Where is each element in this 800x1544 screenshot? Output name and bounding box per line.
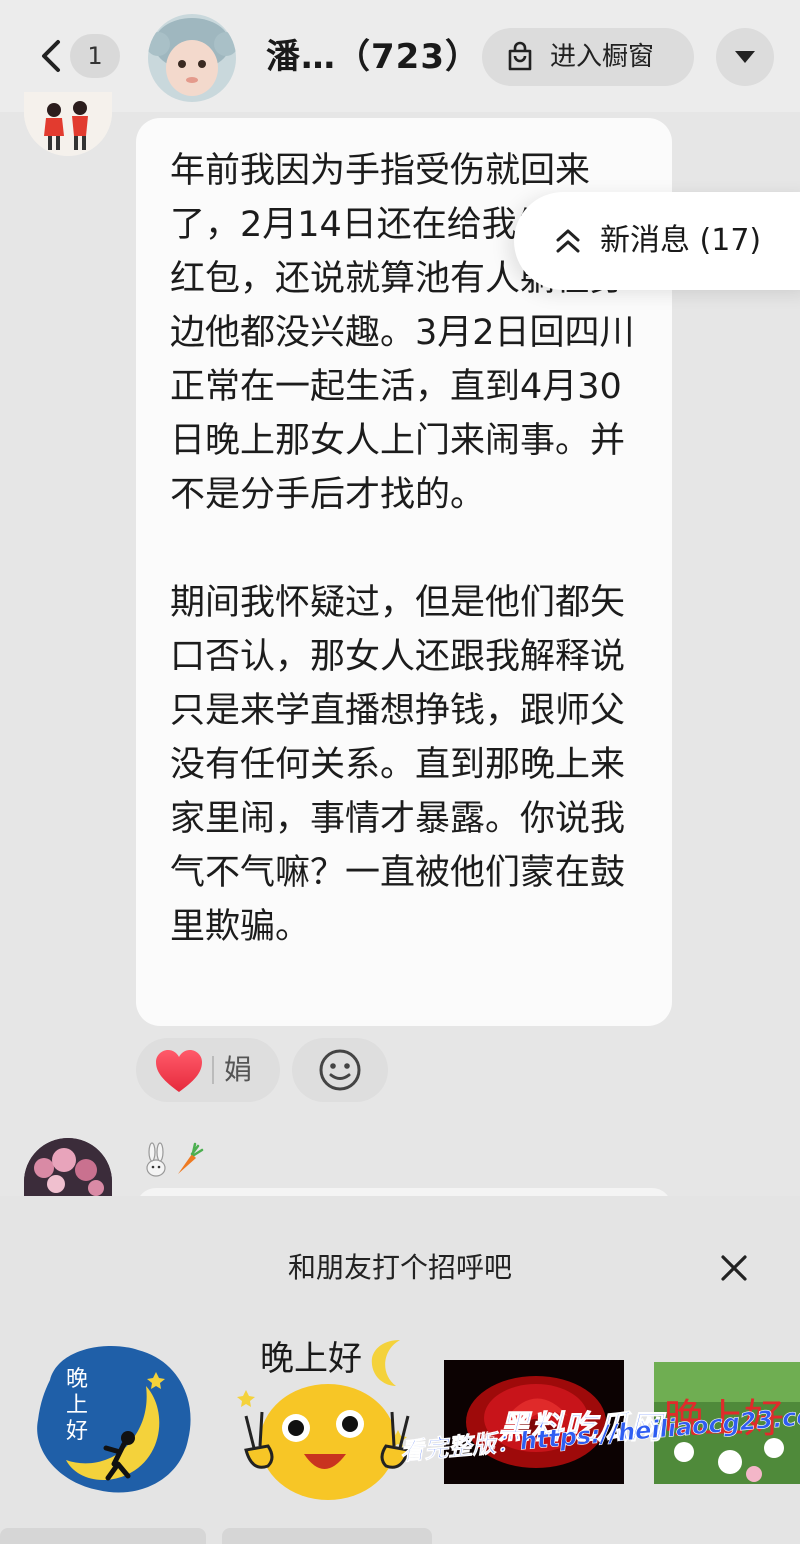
- chat-header: 1 潘…（723） 进入橱窗: [0, 0, 800, 112]
- heart-icon: [156, 1050, 202, 1092]
- sender-avatar[interactable]: [24, 92, 112, 156]
- smiley-sticker-image: 晚上好: [237, 1339, 410, 1500]
- smiley-icon: [319, 1049, 361, 1091]
- tray-tab: [0, 1528, 206, 1544]
- reaction-pill[interactable]: 娟: [136, 1038, 280, 1102]
- add-reaction-button[interactable]: [292, 1038, 388, 1102]
- moon-sticker-text-3: 好: [66, 1419, 88, 1444]
- rabbit-carrot-emoji-icon: [146, 1142, 204, 1177]
- baby-avatar-image: [148, 14, 236, 102]
- unread-count-badge[interactable]: 1: [70, 34, 120, 78]
- couple-avatar-image: [24, 92, 112, 156]
- more-menu-button[interactable]: [716, 28, 774, 86]
- reaction-divider: [212, 1056, 214, 1084]
- new-messages-label: 新消息 (17): [600, 223, 762, 258]
- close-icon: [721, 1255, 747, 1281]
- greeting-panel: 和朋友打个招呼吧 晚 上 好 晚上好 晚 晚上好: [0, 1196, 800, 1544]
- moon-sticker[interactable]: 晚 上 好: [28, 1340, 196, 1496]
- tray-tab: [222, 1528, 432, 1544]
- shopping-bag-icon: [508, 41, 532, 71]
- moon-sticker-image: 晚 上 好: [37, 1345, 191, 1493]
- moon-sticker-text-1: 晚: [66, 1367, 88, 1392]
- smiley-sticker-text: 晚上好: [260, 1339, 362, 1379]
- close-button[interactable]: [712, 1246, 756, 1290]
- chat-avatar[interactable]: [148, 14, 236, 102]
- message-paragraph: 期间我怀疑过，但是他们都矢口否认，那女人还跟我解释说只是来学直播想挣钱，跟师父没…: [170, 583, 626, 947]
- reaction-user: 娟: [224, 1053, 253, 1086]
- smiley-sticker[interactable]: 晚上好: [232, 1330, 422, 1508]
- sender-name: [140, 1140, 208, 1187]
- enter-shop-button[interactable]: 进入橱窗: [482, 28, 694, 86]
- enter-shop-label: 进入橱窗: [550, 42, 655, 72]
- double-chevron-up-icon: [556, 229, 580, 253]
- new-messages-button[interactable]: 新消息 (17): [514, 192, 800, 290]
- sender-avatar[interactable]: [24, 1138, 112, 1198]
- caret-down-icon: [735, 51, 755, 63]
- flowers-avatar-image: [24, 1138, 112, 1198]
- chat-title[interactable]: 潘…（723）: [266, 34, 480, 80]
- moon-sticker-text-2: 上: [66, 1393, 88, 1418]
- greeting-title: 和朋友打个招呼吧: [287, 1251, 512, 1284]
